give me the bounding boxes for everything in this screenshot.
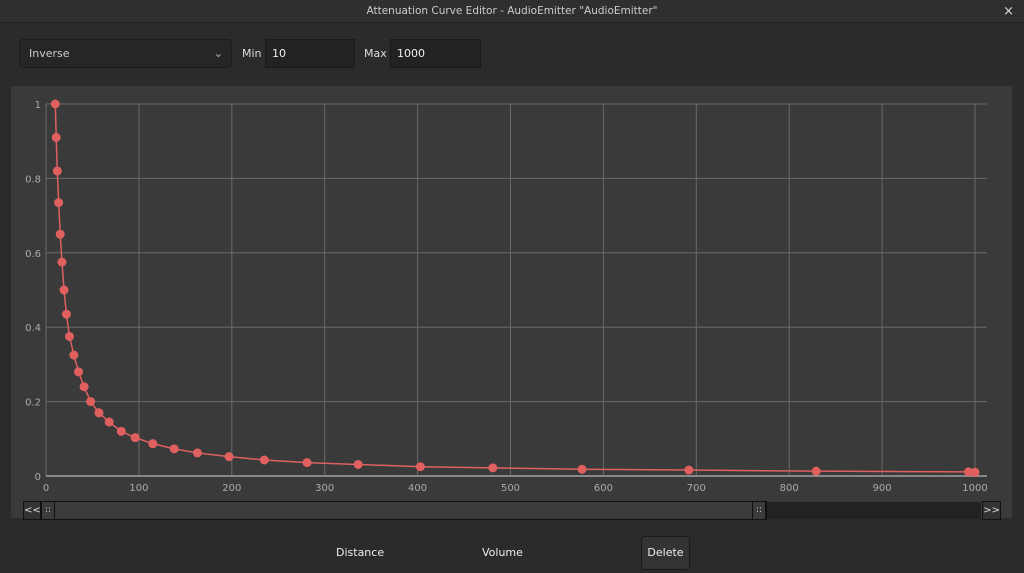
curve-point[interactable] xyxy=(970,467,980,477)
curve-point[interactable] xyxy=(259,455,269,465)
distance-label: Distance xyxy=(336,546,385,559)
x-tick-label: 100 xyxy=(129,483,148,494)
x-tick-label: 300 xyxy=(315,483,334,494)
scroll-track[interactable] xyxy=(767,502,981,519)
scroll-grip-right[interactable]: :: xyxy=(752,502,766,519)
x-tick-label: 200 xyxy=(222,483,241,494)
curve-point[interactable] xyxy=(224,452,234,462)
curve-point[interactable] xyxy=(577,464,587,474)
y-tick-label: 1 xyxy=(35,100,41,111)
attenuation-curve-chart[interactable]: 0 100 200 300 400 500 600 700 800 900 1000 0 0.2 0.4 0… xyxy=(0,0,1024,573)
curve-point[interactable] xyxy=(69,350,79,360)
curve-point[interactable] xyxy=(811,466,821,476)
curve-point[interactable] xyxy=(415,462,425,472)
curve-point[interactable] xyxy=(51,132,61,142)
y-tick-label: 0.8 xyxy=(25,174,41,185)
curve-point[interactable] xyxy=(488,463,498,473)
curve-point[interactable] xyxy=(302,458,312,468)
curve-point[interactable] xyxy=(130,433,140,443)
curve-point[interactable] xyxy=(50,99,60,109)
curve-point[interactable] xyxy=(192,448,202,458)
curve-point[interactable] xyxy=(54,198,64,208)
delete-button[interactable]: Delete xyxy=(641,536,690,570)
scroll-right-button[interactable]: >> xyxy=(982,501,1001,520)
curve-point[interactable] xyxy=(94,408,104,418)
x-tick-label: 600 xyxy=(594,483,613,494)
x-tick-label: 400 xyxy=(408,483,427,494)
curve-point[interactable] xyxy=(55,229,65,239)
curve-point[interactable] xyxy=(684,465,694,475)
x-tick-label: 700 xyxy=(687,483,706,494)
curve-point[interactable] xyxy=(79,382,89,392)
scroll-thumb[interactable]: :: :: xyxy=(40,501,767,520)
curve-point[interactable] xyxy=(74,367,84,377)
curve-point[interactable] xyxy=(353,459,363,469)
curve-point[interactable] xyxy=(57,257,67,267)
x-tick-label: 900 xyxy=(873,483,892,494)
curve-point[interactable] xyxy=(86,397,96,407)
y-tick-label: 0.6 xyxy=(25,249,41,260)
curve-point[interactable] xyxy=(104,417,114,427)
curve-point[interactable] xyxy=(116,426,126,436)
curve-point[interactable] xyxy=(169,444,179,454)
y-tick-label: 0 xyxy=(35,472,41,483)
x-tick-label: 1000 xyxy=(962,483,987,494)
x-tick-label: 0 xyxy=(43,483,49,494)
y-tick-label: 0.4 xyxy=(25,323,41,334)
x-tick-label: 800 xyxy=(780,483,799,494)
y-tick-label: 0.2 xyxy=(25,398,41,409)
curve-line xyxy=(54,103,976,474)
curve-point[interactable] xyxy=(65,332,75,341)
scroll-grip-left[interactable]: :: xyxy=(41,502,55,519)
curve-point[interactable] xyxy=(148,439,158,449)
x-tick-label: 500 xyxy=(501,483,520,494)
volume-label: Volume xyxy=(482,546,523,559)
curve-point[interactable] xyxy=(52,166,62,176)
curve-point[interactable] xyxy=(61,309,71,319)
curve-point[interactable] xyxy=(59,285,69,295)
